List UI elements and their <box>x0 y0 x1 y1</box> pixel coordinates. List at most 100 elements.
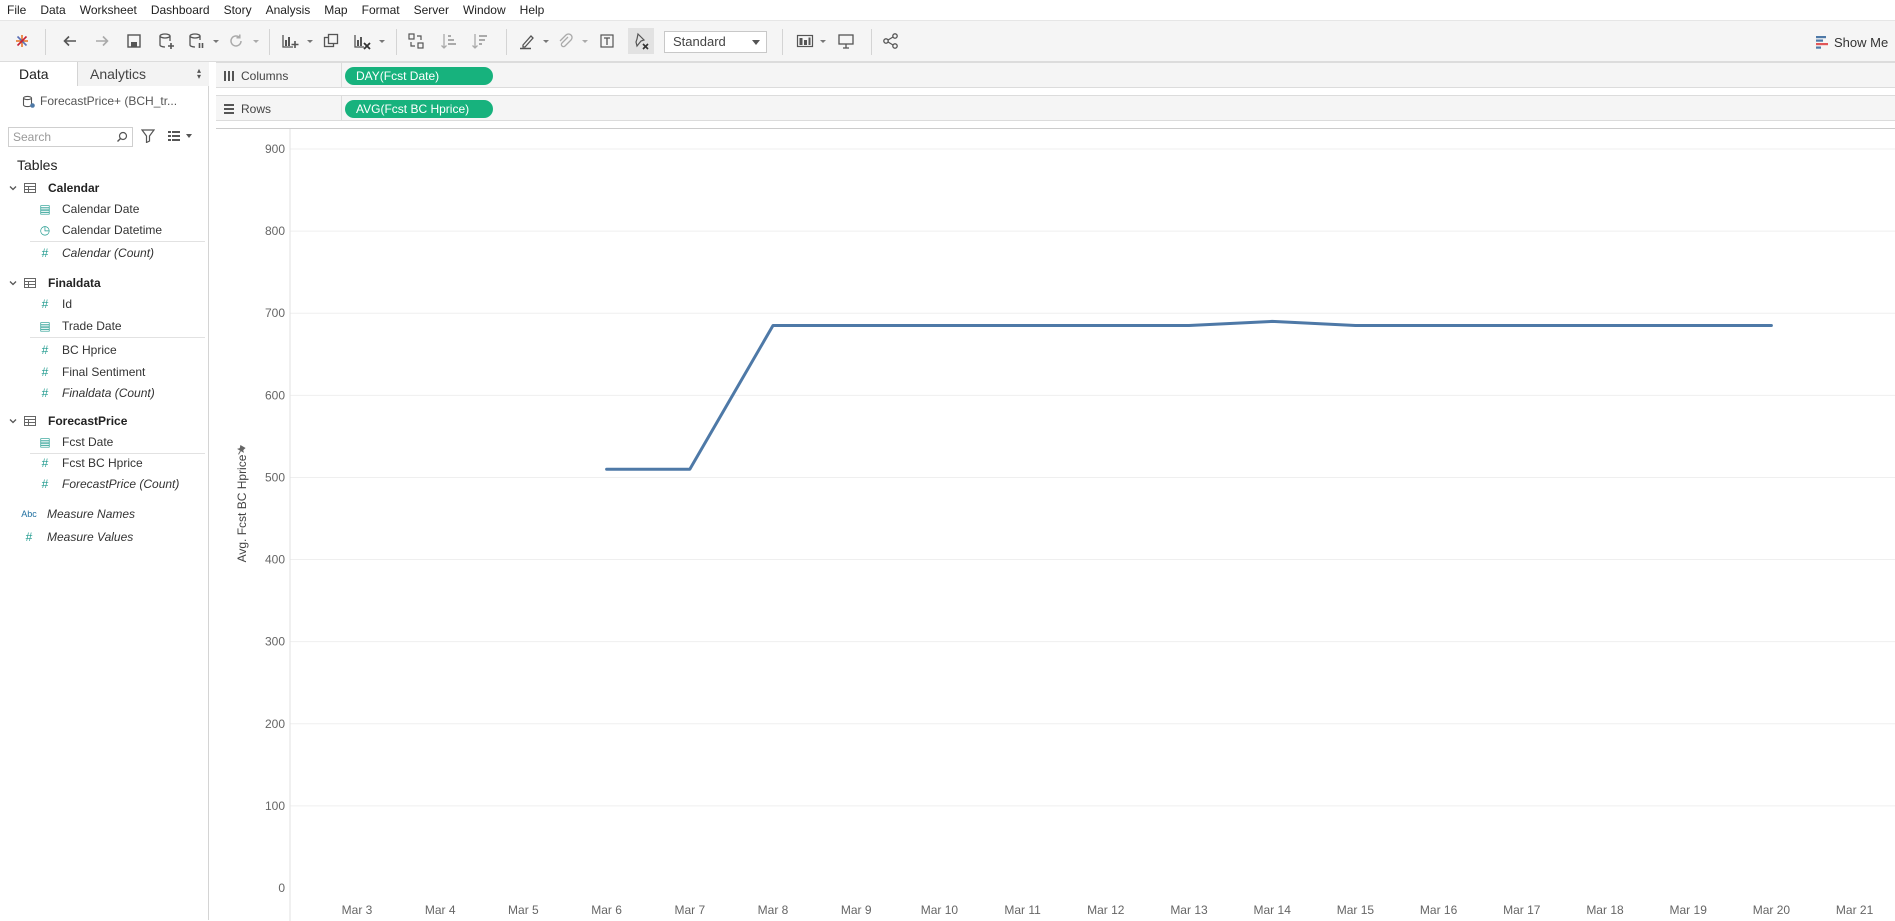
swap-icon[interactable] <box>405 30 427 52</box>
save-icon[interactable] <box>123 30 145 52</box>
view-options-icon[interactable] <box>167 129 193 143</box>
viz-area[interactable]: 0 100 200 300 400 500 600 700 800 900 Mar 3 Mar 4M… <box>216 128 1895 921</box>
fit-select[interactable]: Standard <box>664 31 767 53</box>
field-item[interactable]: ◷ Calendar Datetime <box>0 220 209 240</box>
menu-map[interactable]: Map <box>324 3 347 17</box>
chevron-down-icon[interactable] <box>212 38 220 46</box>
undo-icon[interactable] <box>59 30 81 52</box>
measure-names-item[interactable]: Abc Measure Names <box>0 504 209 524</box>
show-mark-labels-icon[interactable] <box>596 30 618 52</box>
highlight-icon[interactable] <box>516 30 538 52</box>
chevron-down-icon[interactable] <box>581 38 589 46</box>
sort-descending-icon[interactable] <box>469 30 491 52</box>
columns-icon <box>224 71 234 81</box>
tab-data[interactable]: Data <box>0 62 78 86</box>
menu-format[interactable]: Format <box>362 3 400 17</box>
y-tick-label: 400 <box>265 553 285 567</box>
chevron-down-icon[interactable] <box>819 38 827 46</box>
field-item[interactable]: # Calendar (Count) <box>0 243 209 263</box>
menu-worksheet[interactable]: Worksheet <box>80 3 137 17</box>
field-item[interactable]: # Finaldata (Count) <box>0 383 209 403</box>
filter-icon[interactable] <box>141 129 155 143</box>
rows-pill[interactable]: AVG(Fcst BC Hprice) <box>345 100 493 118</box>
menu-story[interactable]: Story <box>224 3 252 17</box>
clear-sheet-icon[interactable] <box>351 30 373 52</box>
menu-data[interactable]: Data <box>40 3 65 17</box>
rows-drop-area[interactable] <box>341 96 1895 120</box>
group-members-icon[interactable] <box>554 30 576 52</box>
chevron-down-icon[interactable] <box>252 38 260 46</box>
tableau-logo-icon[interactable] <box>11 30 33 52</box>
y-tick-label: 900 <box>265 142 285 156</box>
field-item[interactable]: ▤ Fcst Date <box>0 432 209 452</box>
presentation-mode-icon[interactable] <box>835 30 857 52</box>
x-tick-label: Mar 17 <box>1503 903 1541 917</box>
table-group-calendar[interactable]: Calendar <box>0 178 209 198</box>
columns-shelf[interactable]: Columns DAY(Fcst Date) <box>216 62 1895 88</box>
share-icon[interactable] <box>880 30 902 52</box>
menu-file[interactable]: File <box>7 3 26 17</box>
refresh-icon[interactable] <box>225 30 247 52</box>
table-group-forecastprice[interactable]: ForecastPrice <box>0 411 209 431</box>
pin-icon[interactable] <box>235 445 246 457</box>
new-worksheet-icon[interactable] <box>279 30 301 52</box>
field-item[interactable]: # BC Hprice <box>0 340 209 360</box>
rows-shelf[interactable]: Rows AVG(Fcst BC Hprice) <box>216 95 1895 121</box>
table-group-label: Finaldata <box>48 276 101 290</box>
x-tick-label: Mar 19 <box>1670 903 1708 917</box>
fix-axes-icon[interactable] <box>628 28 654 54</box>
chevron-down-icon[interactable] <box>306 38 314 46</box>
pause-updates-icon[interactable] <box>185 30 207 52</box>
gridlines <box>290 148 1895 807</box>
show-cards-icon[interactable] <box>794 30 816 52</box>
columns-label: Columns <box>241 69 289 83</box>
line-chart[interactable]: 0100200300400500600700800900 Mar 3 Mar 4M… <box>216 129 1895 921</box>
redo-icon[interactable] <box>91 30 113 52</box>
field-item[interactable]: ▤ Trade Date <box>0 316 209 336</box>
datasource-item[interactable]: ForecastPrice+ (BCH_tr... <box>22 94 177 108</box>
number-icon: # <box>41 365 49 379</box>
new-datasource-icon[interactable] <box>155 30 177 52</box>
toolbar-separator <box>269 29 270 55</box>
field-item[interactable]: # Id <box>0 294 209 314</box>
datasource-label: ForecastPrice+ (BCH_tr... <box>40 94 178 108</box>
collapse-icon[interactable]: ▴ ▾ <box>197 67 201 81</box>
duplicate-icon[interactable] <box>320 30 342 52</box>
calendar-icon: ▤ <box>39 319 51 333</box>
menu-analysis[interactable]: Analysis <box>266 3 311 17</box>
field-label: Trade Date <box>62 319 122 333</box>
chevron-down-icon[interactable] <box>378 38 386 46</box>
field-item[interactable]: # ForecastPrice (Count) <box>0 474 209 494</box>
field-item[interactable]: # Fcst BC Hprice <box>0 453 209 473</box>
x-tick-label: Mar 7 <box>674 903 705 917</box>
search-input[interactable] <box>9 128 114 146</box>
menu-dashboard[interactable]: Dashboard <box>151 3 210 17</box>
measure-values-item[interactable]: # Measure Values <box>0 527 209 547</box>
columns-drop-area[interactable] <box>341 63 1895 87</box>
field-label: Finaldata (Count) <box>62 386 155 400</box>
calendar-icon: ▤ <box>39 435 51 449</box>
menu-help[interactable]: Help <box>520 3 545 17</box>
field-label: Measure Values <box>47 530 134 544</box>
y-axis-title[interactable]: Avg. Fcst BC Hprice <box>235 454 249 562</box>
table-group-label: Calendar <box>48 181 100 195</box>
field-item[interactable]: # Final Sentiment <box>0 362 209 382</box>
field-item[interactable]: ▤ Calendar Date <box>0 199 209 219</box>
columns-pill[interactable]: DAY(Fcst Date) <box>345 67 493 85</box>
show-me-button[interactable]: Show Me <box>1815 31 1888 53</box>
chevron-down-icon[interactable] <box>542 38 550 46</box>
search-icon[interactable] <box>116 131 128 143</box>
sort-ascending-icon[interactable] <box>438 30 460 52</box>
number-icon: # <box>41 477 49 491</box>
table-group-finaldata[interactable]: Finaldata <box>0 273 209 293</box>
menu-server[interactable]: Server <box>414 3 449 17</box>
toolbar-separator <box>782 29 783 55</box>
chevron-down-icon[interactable] <box>8 416 18 426</box>
chevron-down-icon[interactable] <box>8 278 18 288</box>
show-me-icon <box>1816 36 1828 49</box>
chevron-down-icon[interactable] <box>8 183 18 193</box>
show-me-label: Show Me <box>1834 34 1889 50</box>
tab-analytics[interactable]: Analytics ▴ ▾ <box>78 62 209 86</box>
fit-select-value: Standard <box>673 34 726 49</box>
menu-window[interactable]: Window <box>463 3 506 17</box>
